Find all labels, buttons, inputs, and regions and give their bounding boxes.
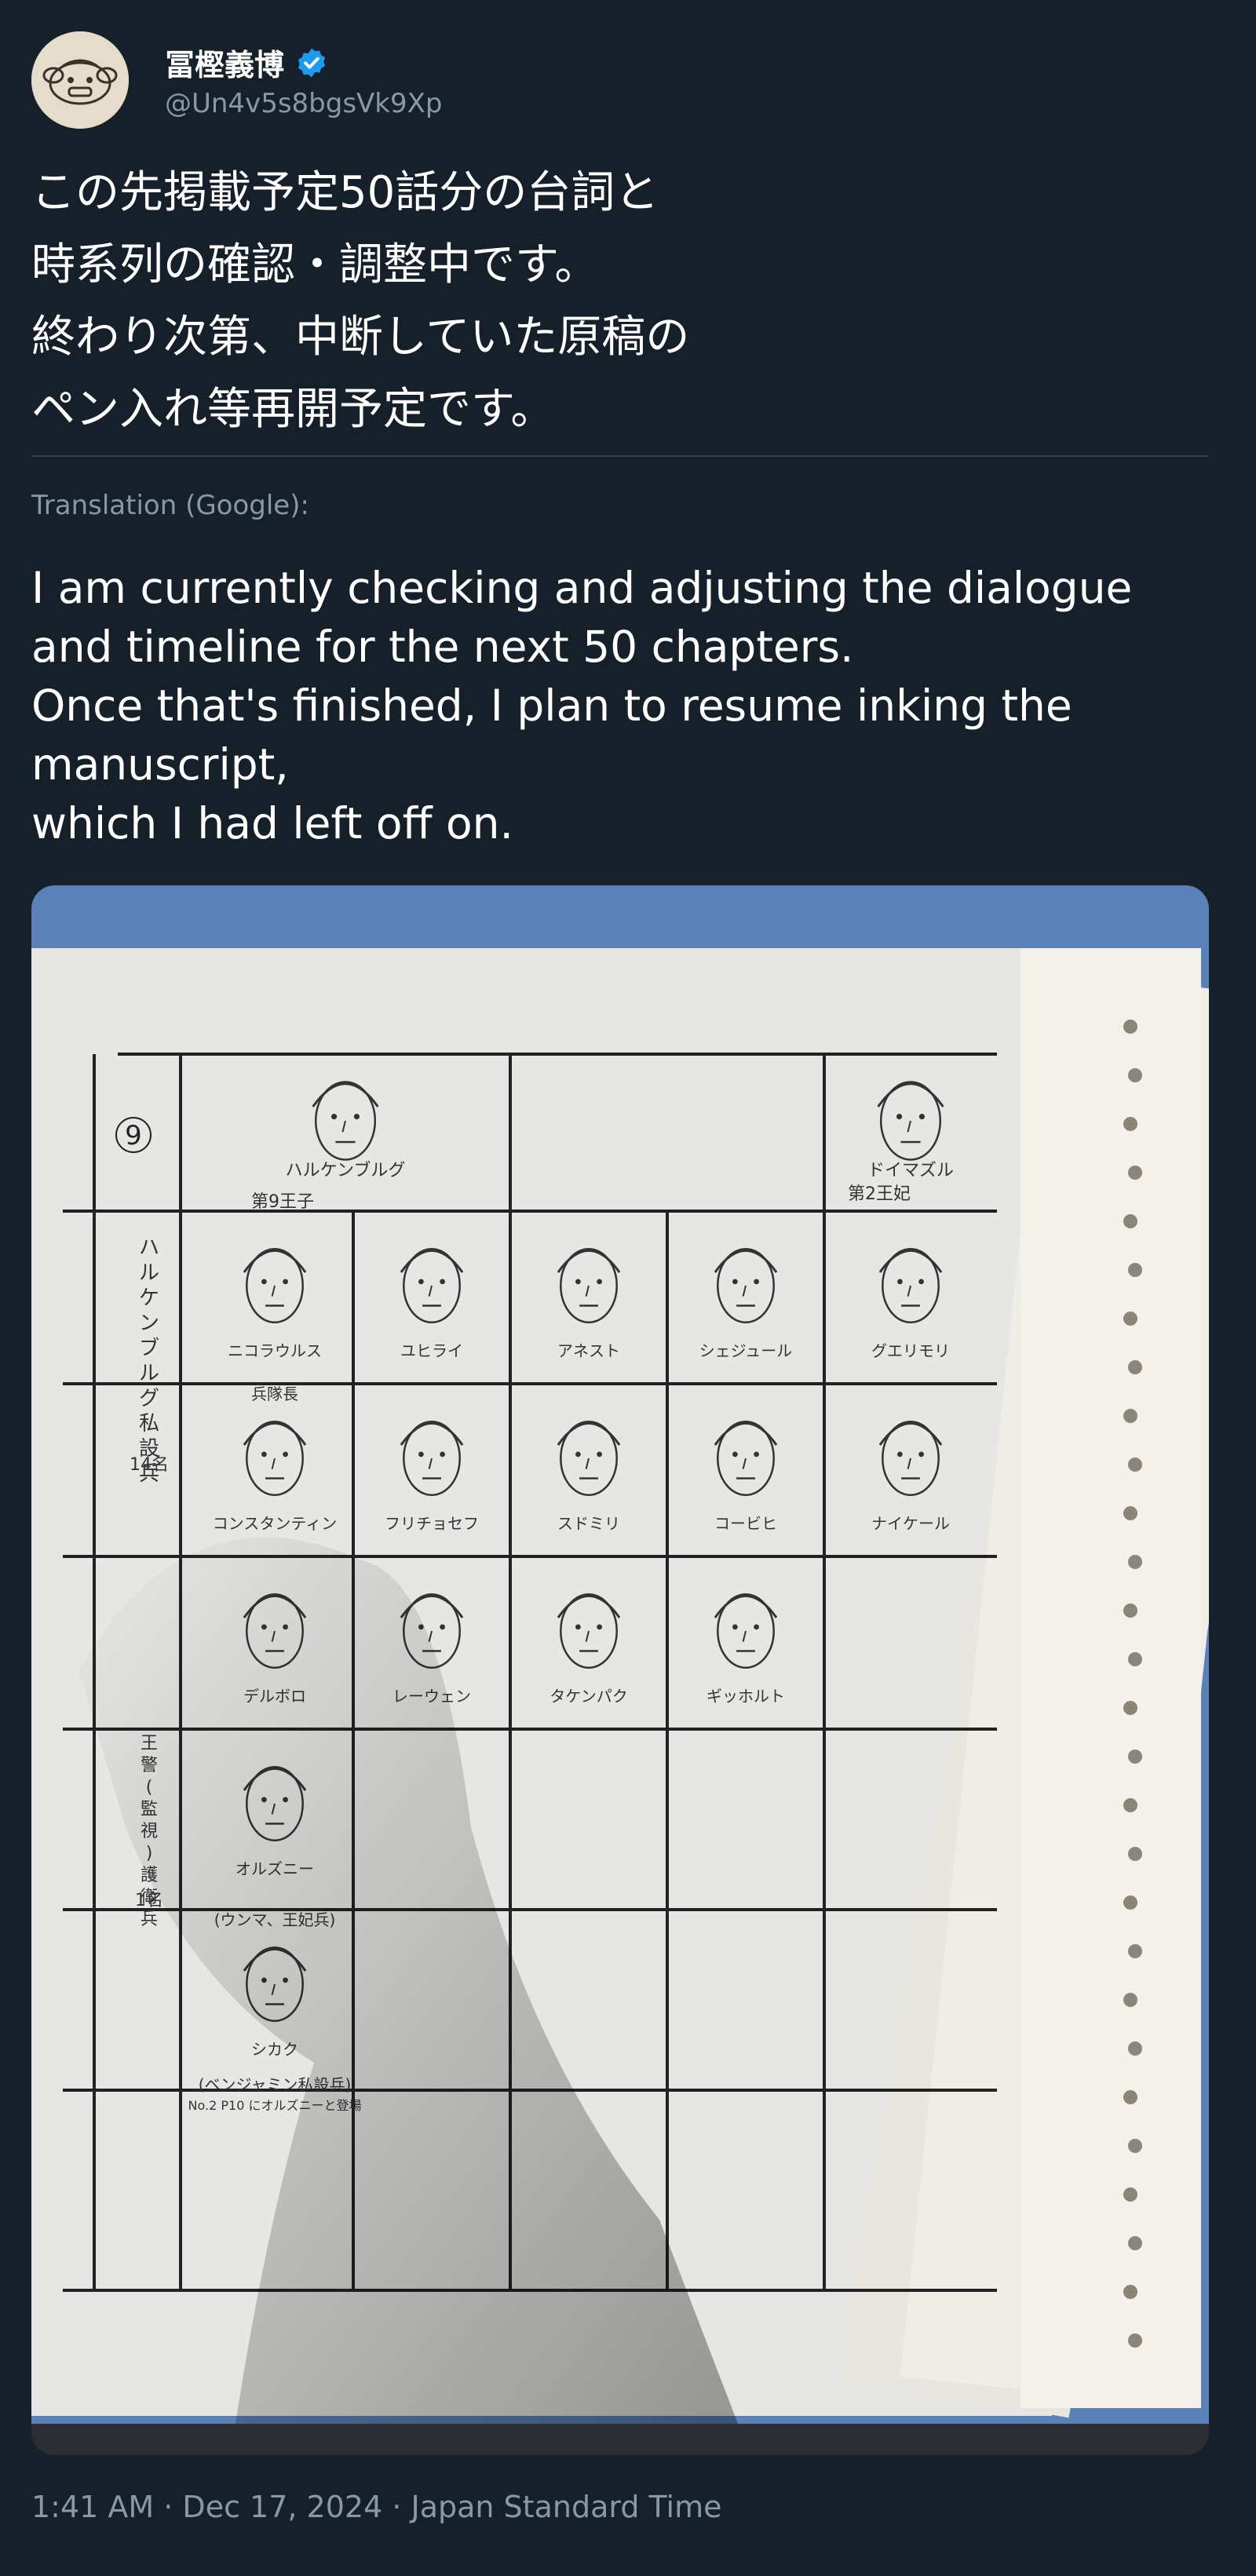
- character-name: フリチョセフ: [385, 1514, 479, 1533]
- tweet-timestamp[interactable]: 1:41 AM · Dec 17, 2024 · Japan Standard …: [31, 2490, 722, 2524]
- translation-label: Translation (Google):: [31, 490, 309, 521]
- card-hole: [1128, 1944, 1142, 1958]
- character-name: グエリモリ: [871, 1341, 950, 1360]
- card-hole: [1123, 2187, 1137, 2202]
- name-row: 冨樫義博: [165, 41, 328, 84]
- card-hole: [1123, 1117, 1137, 1131]
- sketch-sheet-photo: 9ハルケンブルグ ドイマズル第9王子 第2王妃ニコラウルス ユヒライ アネスト シェジュー…: [31, 885, 1209, 2455]
- card-hole: [1128, 2333, 1142, 2348]
- card-hole: [1123, 1409, 1137, 1423]
- cartoon-face-avatar-icon: [31, 31, 129, 129]
- character-name: アネスト: [557, 1341, 620, 1360]
- display-name[interactable]: 冨樫義博: [165, 41, 284, 84]
- side-label-char: ハ: [139, 1236, 159, 1260]
- side-label-char: ル: [139, 1362, 159, 1385]
- card-hole: [1123, 1020, 1137, 1034]
- page-number: 9: [125, 1120, 142, 1151]
- card-hole: [1128, 1263, 1142, 1277]
- character-name: タケンパク: [550, 1687, 627, 1706]
- side-label-char: ケ: [139, 1286, 159, 1310]
- side-label: 14名: [130, 1455, 169, 1475]
- card-hole: [1123, 2090, 1137, 2104]
- side-label-char: ブ: [139, 1337, 159, 1360]
- card-hole: [1123, 1896, 1137, 1910]
- user-handle[interactable]: @Un4v5s8bgsVk9Xp: [165, 88, 443, 119]
- card-hole: [1123, 1993, 1137, 2007]
- avatar[interactable]: [31, 31, 129, 129]
- card-hole: [1128, 2236, 1142, 2250]
- card-hole: [1123, 2285, 1137, 2299]
- note-text: 兵隊長: [251, 1385, 298, 1403]
- tweet-photo[interactable]: 9 ハルケンブルグ ドイマズル 第9王子 第2王妃 ニコラウルス ユヒライ アネスト シェジュー…: [31, 885, 1209, 2455]
- card-hole: [1123, 1701, 1137, 1715]
- character-name: ギッホルト: [706, 1687, 785, 1706]
- card-hole: [1128, 1750, 1142, 1764]
- card-hole: [1128, 2041, 1142, 2056]
- tweet-text-japanese: この先掲載予定50話分の台詞と 時系列の確認・調整中です。 終わり次第、中断して…: [31, 167, 690, 435]
- card-hole: [1128, 1458, 1142, 1472]
- card-hole: [1128, 1652, 1142, 1666]
- character-name: コンスタンティン: [213, 1514, 337, 1533]
- side-label-char: 兵: [141, 1910, 158, 1929]
- card-hole: [1123, 1214, 1137, 1228]
- top-row-subtitle: 第9王子: [251, 1192, 314, 1212]
- card-hole: [1128, 2139, 1142, 2153]
- card-hole: [1128, 1360, 1142, 1374]
- character-name: シェジュール: [699, 1341, 793, 1360]
- card-hole: [1128, 1166, 1142, 1180]
- verified-badge-icon: [298, 48, 326, 77]
- character-name: コービヒ: [714, 1514, 777, 1533]
- card-hole: [1128, 1068, 1142, 1082]
- top-row-name: ドイマズル: [867, 1161, 954, 1180]
- character-name: スドミリ: [557, 1514, 620, 1533]
- card-hole: [1123, 1798, 1137, 1812]
- top-row-subtitle: 第2王妃: [848, 1184, 911, 1204]
- side-label-char: ル: [139, 1261, 159, 1285]
- tweet-container: 冨樫義博 @Un4v5s8bgsVk9Xp この先掲載予定50話分の台詞と 時系…: [0, 0, 1256, 2576]
- character-name: ニコラウルス: [228, 1341, 322, 1360]
- top-row-name: ハルケンブルグ: [286, 1161, 406, 1180]
- character-name: ユヒライ: [400, 1341, 463, 1360]
- side-label-char: ン: [139, 1312, 159, 1335]
- divider: [31, 455, 1209, 457]
- tweet-text-translation: I am currently checking and adjusting th…: [31, 563, 1133, 848]
- card-hole: [1123, 1604, 1137, 1618]
- character-name: ナイケール: [871, 1514, 950, 1533]
- card-hole: [1123, 1506, 1137, 1520]
- card-hole: [1128, 1555, 1142, 1569]
- card-hole: [1123, 1312, 1137, 1326]
- card-hole: [1128, 1847, 1142, 1861]
- side-label-char: 私: [139, 1412, 159, 1436]
- side-label-char: グ: [139, 1387, 159, 1410]
